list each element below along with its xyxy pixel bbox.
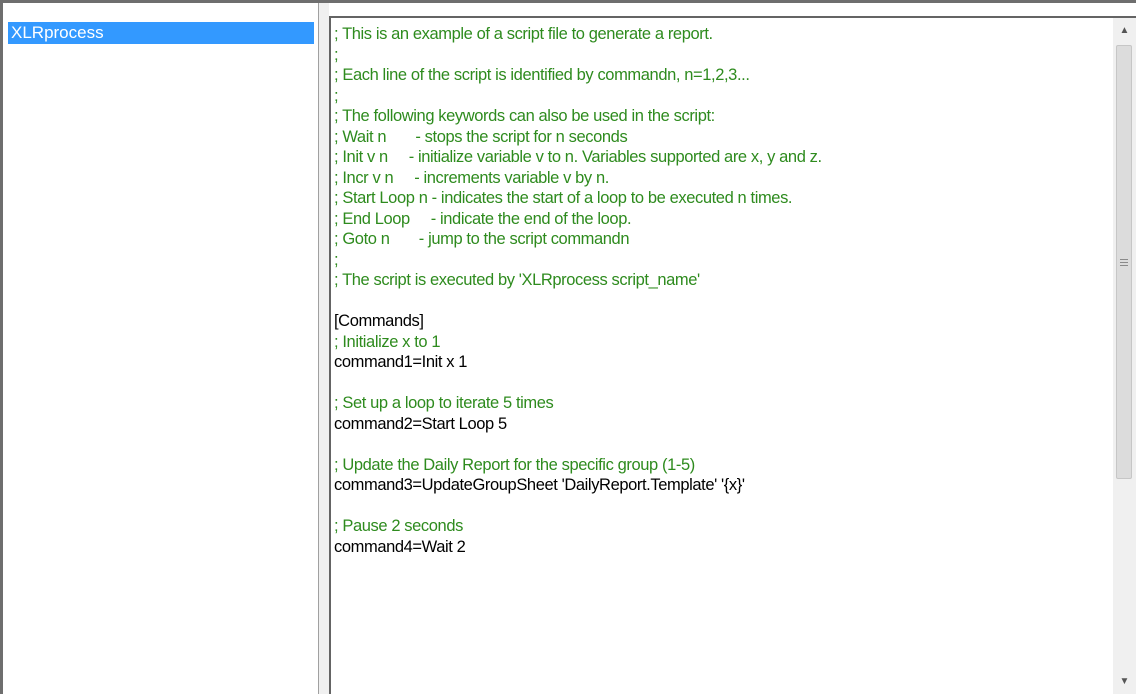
comment-line: ; Update the Daily Report for the specif… — [334, 455, 695, 474]
scroll-down-arrow-icon[interactable]: ▼ — [1113, 669, 1136, 694]
code-line: command2=Start Loop 5 — [334, 414, 507, 433]
script-list-pane: XLRprocess — [3, 3, 319, 694]
comment-line: ; Initialize x to 1 — [334, 332, 441, 351]
script-editor[interactable]: ; This is an example of a script file to… — [329, 16, 1136, 694]
scroll-up-arrow-icon[interactable]: ▲ — [1113, 18, 1136, 43]
code-line: command1=Init x 1 — [334, 353, 468, 371]
comment-line: ; Each line of the script is identified … — [334, 66, 750, 84]
code-line: command3=UpdateGroupSheet 'DailyReport.T… — [334, 476, 745, 494]
grip-icon — [1120, 258, 1128, 266]
comment-line: ; Incr v n - increments variable v by n. — [334, 168, 609, 187]
comment-line: ; The script is executed by 'XLRprocess … — [334, 271, 700, 289]
vertical-scrollbar[interactable]: ▲ ▼ — [1113, 18, 1136, 694]
comment-line: ; — [334, 86, 339, 105]
code-line: command4=Wait 2 — [334, 537, 466, 556]
code-line: [Commands] — [334, 312, 424, 330]
comment-line: ; The following keywords can also be use… — [334, 107, 715, 125]
comment-line: ; Set up a loop to iterate 5 times — [334, 394, 554, 412]
comment-line: ; — [334, 250, 339, 269]
comment-line: ; Start Loop n - indicates the start of … — [334, 189, 793, 207]
comment-line: ; This is an example of a script file to… — [334, 25, 713, 43]
script-text[interactable]: ; This is an example of a script file to… — [334, 24, 1109, 557]
comment-line: ; Pause 2 seconds — [334, 517, 463, 535]
list-item-xlrprocess[interactable]: XLRprocess — [8, 22, 314, 44]
scroll-thumb[interactable] — [1116, 45, 1132, 479]
comment-line: ; — [334, 45, 339, 64]
comment-line: ; Goto n - jump to the script commandn — [334, 230, 630, 248]
comment-line: ; Wait n - stops the script for n second… — [334, 127, 628, 146]
comment-line: ; End Loop - indicate the end of the loo… — [334, 209, 632, 228]
comment-line: ; Init v n - initialize variable v to n.… — [334, 148, 822, 166]
pane-splitter[interactable] — [319, 3, 329, 694]
